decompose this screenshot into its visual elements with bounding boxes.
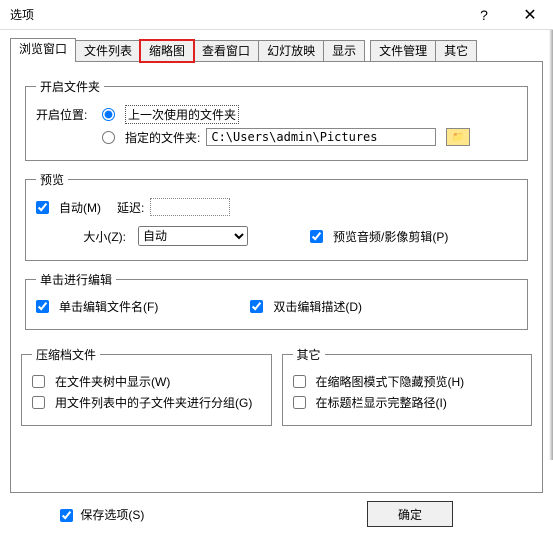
radio-last-folder[interactable] [102, 108, 115, 121]
legend-preview: 预览 [36, 171, 68, 188]
radio-fixed-folder[interactable] [102, 131, 115, 144]
ok-button[interactable]: 确定 [367, 501, 453, 527]
radio-fixed-folder-label: 指定的文件夹: [125, 129, 200, 146]
group-preview: 预览 自动(M) 延迟: 大小(Z): 自动 预览音频/影像剪辑(P) [25, 171, 528, 261]
fixed-folder-path[interactable]: C:\Users\admin\Pictures [206, 128, 436, 146]
window-title: 选项 [10, 6, 461, 23]
checkbox-click-filename[interactable] [36, 300, 49, 313]
tab-file-list[interactable]: 文件列表 [75, 40, 141, 62]
checkbox-av-preview[interactable] [310, 230, 323, 243]
delay-label: 延迟: [117, 199, 144, 216]
checkbox-group-sub[interactable] [32, 396, 45, 409]
checkbox-titlebar-path[interactable] [293, 396, 306, 409]
help-button[interactable]: ? [461, 0, 507, 30]
tab-file-manage[interactable]: 文件管理 [370, 40, 436, 62]
checkbox-hide-preview-label: 在缩略图模式下隐藏预览(H) [316, 373, 465, 390]
radio-last-folder-label: 上一次使用的文件夹 [125, 105, 239, 124]
group-archive: 压缩档文件 在文件夹树中显示(W) 用文件列表中的子文件夹进行分组(G) [21, 346, 272, 426]
group-open-folder: 开启文件夹 开启位置: 上一次使用的文件夹 指定的文件夹: C:\Users\a… [25, 78, 528, 161]
group-click-edit: 单击进行编辑 单击编辑文件名(F) 双击编辑描述(D) [25, 271, 528, 330]
checkbox-auto[interactable] [36, 201, 49, 214]
checkbox-group-sub-label: 用文件列表中的子文件夹进行分组(G) [55, 394, 252, 411]
checkbox-titlebar-path-label: 在标题栏显示完整路径(I) [316, 394, 447, 411]
legend-open-folder: 开启文件夹 [36, 78, 104, 95]
tab-display[interactable]: 显示 [323, 40, 365, 62]
tab-panel: 开启文件夹 开启位置: 上一次使用的文件夹 指定的文件夹: C:\Users\a… [10, 61, 543, 493]
delay-input[interactable] [150, 198, 230, 216]
group-misc: 其它 在缩略图模式下隐藏预览(H) 在标题栏显示完整路径(I) [282, 346, 533, 426]
tab-view-window[interactable]: 查看窗口 [193, 40, 259, 62]
legend-archive: 压缩档文件 [32, 346, 100, 363]
tab-browse-window[interactable]: 浏览窗口 [10, 38, 76, 62]
checkbox-show-in-tree[interactable] [32, 375, 45, 388]
size-label: 大小(Z): [36, 228, 126, 245]
checkbox-dblclick-desc[interactable] [250, 300, 263, 313]
window-shadow [549, 30, 553, 460]
checkbox-auto-label: 自动(M) [59, 199, 101, 216]
folder-icon: 📁 [452, 132, 464, 143]
tab-thumbnail[interactable]: 缩略图 [140, 40, 194, 62]
checkbox-save-options[interactable] [60, 509, 73, 522]
checkbox-dblclick-desc-label: 双击编辑描述(D) [273, 298, 362, 315]
tab-other[interactable]: 其它 [435, 40, 477, 62]
legend-click-edit: 单击进行编辑 [36, 271, 116, 288]
checkbox-save-options-label: 保存选项(S) [80, 508, 144, 522]
tab-slideshow[interactable]: 幻灯放映 [258, 40, 324, 62]
open-location-label: 开启位置: [36, 106, 96, 123]
browse-folder-button[interactable]: 📁 [446, 128, 470, 146]
checkbox-av-preview-label: 预览音频/影像剪辑(P) [333, 228, 448, 245]
size-select[interactable]: 自动 [138, 226, 248, 246]
close-button[interactable]: ✕ [507, 0, 553, 30]
checkbox-hide-preview[interactable] [293, 375, 306, 388]
tab-bar: 浏览窗口 文件列表 缩略图 查看窗口 幻灯放映 显示 文件管理 其它 [10, 38, 543, 62]
checkbox-show-in-tree-label: 在文件夹树中显示(W) [55, 373, 170, 390]
legend-misc: 其它 [293, 346, 325, 363]
checkbox-click-filename-label: 单击编辑文件名(F) [59, 298, 158, 315]
